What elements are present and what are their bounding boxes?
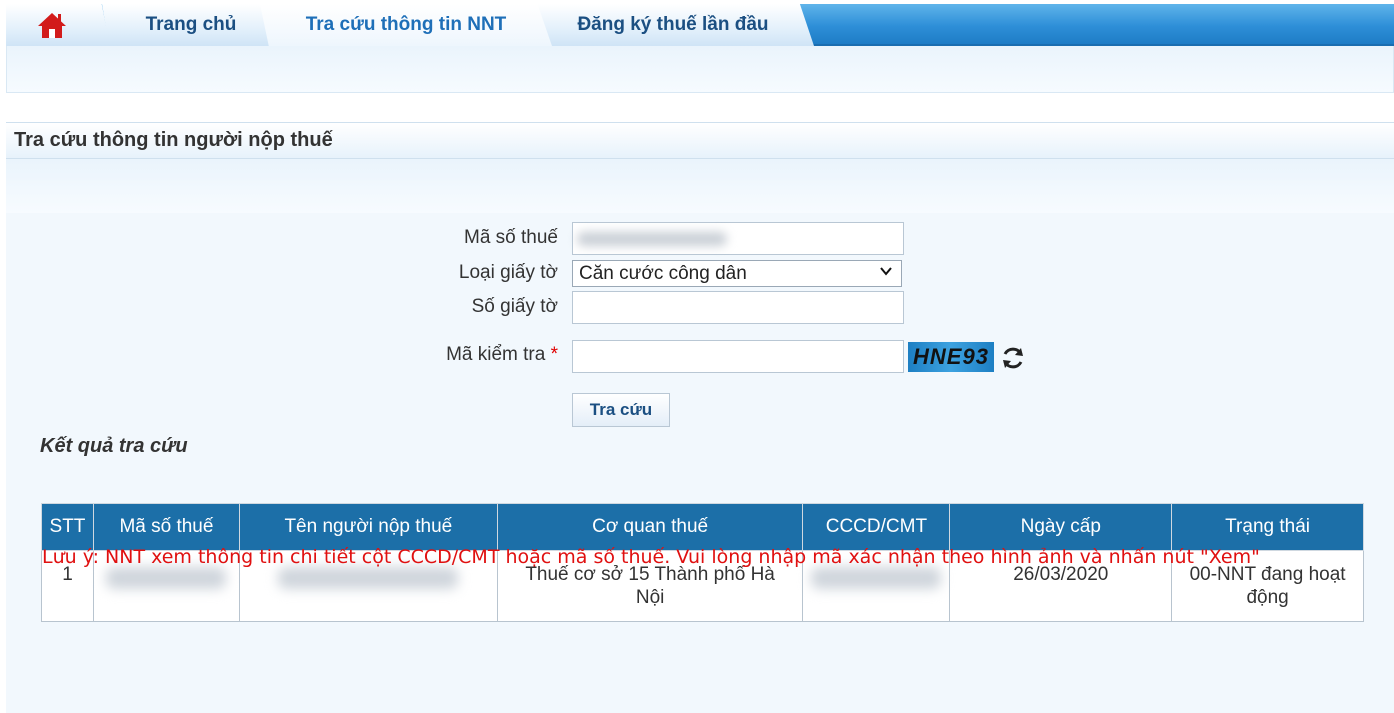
- column-header: Trạng thái: [1171, 503, 1364, 551]
- nav-home[interactable]: [6, 4, 110, 46]
- tax-code-label: Mã số thuế: [464, 227, 558, 248]
- panel-subheader: [6, 159, 1394, 213]
- doc-number-input[interactable]: [572, 291, 904, 324]
- tab-dang-ky-thue[interactable]: Đăng ký thuế lần đầu: [532, 4, 814, 46]
- search-panel: Tra cứu thông tin người nộp thuế Mã số t…: [6, 122, 1394, 713]
- column-header: Cơ quan thuế: [496, 503, 804, 551]
- doc-type-label: Loại giấy tờ: [458, 262, 558, 283]
- column-header: Tên người nộp thuế: [238, 503, 498, 551]
- tax-code-input[interactable]: [572, 222, 904, 255]
- note-text: Lưu ý: NNT xem thông tin chi tiết cột CC…: [42, 546, 1260, 568]
- column-header: STT: [41, 503, 94, 551]
- tab-trang-chu[interactable]: Trang chủ: [102, 4, 280, 46]
- captcha-input[interactable]: [572, 340, 904, 373]
- redacted-value: [106, 567, 227, 589]
- captcha-label-text: Mã kiểm tra: [446, 344, 546, 365]
- panel-title: Tra cứu thông tin người nộp thuế: [6, 123, 1394, 159]
- top-navigation: Trang chủ Đăng ký thuế lần đầu Tra cứu t…: [6, 4, 1394, 46]
- sub-bar: [6, 46, 1394, 93]
- captcha-label: Mã kiểm tra *: [358, 344, 558, 366]
- refresh-icon[interactable]: [1000, 345, 1026, 371]
- doc-number-label: Số giấy tờ: [471, 296, 558, 317]
- table-header-row: STT Mã số thuế Tên người nộp thuế Cơ qua…: [41, 503, 1364, 551]
- redacted-value: [278, 567, 459, 589]
- tab-label: Trang chủ: [145, 14, 237, 35]
- results-title: Kết quả tra cứu: [40, 435, 188, 457]
- captcha-image: HNE93: [908, 342, 994, 372]
- search-button[interactable]: Tra cứu: [572, 393, 670, 427]
- tab-tra-cuu-nnt[interactable]: Tra cứu thông tin NNT: [260, 4, 552, 46]
- required-mark: *: [550, 344, 558, 365]
- redacted-value: [811, 567, 942, 589]
- column-header: Ngày cấp: [949, 503, 1173, 551]
- redacted-value: [577, 232, 727, 246]
- doc-type-selected: Căn cước công dân: [579, 262, 747, 284]
- chevron-down-icon: [880, 267, 892, 276]
- home-icon: [38, 13, 66, 38]
- column-header: Mã số thuế: [92, 503, 240, 551]
- tab-label: Tra cứu thông tin NNT: [305, 14, 507, 35]
- doc-type-select[interactable]: Căn cước công dân: [572, 260, 902, 287]
- column-header: CCCD/CMT: [802, 503, 951, 551]
- tab-label: Đăng ký thuế lần đầu: [577, 14, 769, 35]
